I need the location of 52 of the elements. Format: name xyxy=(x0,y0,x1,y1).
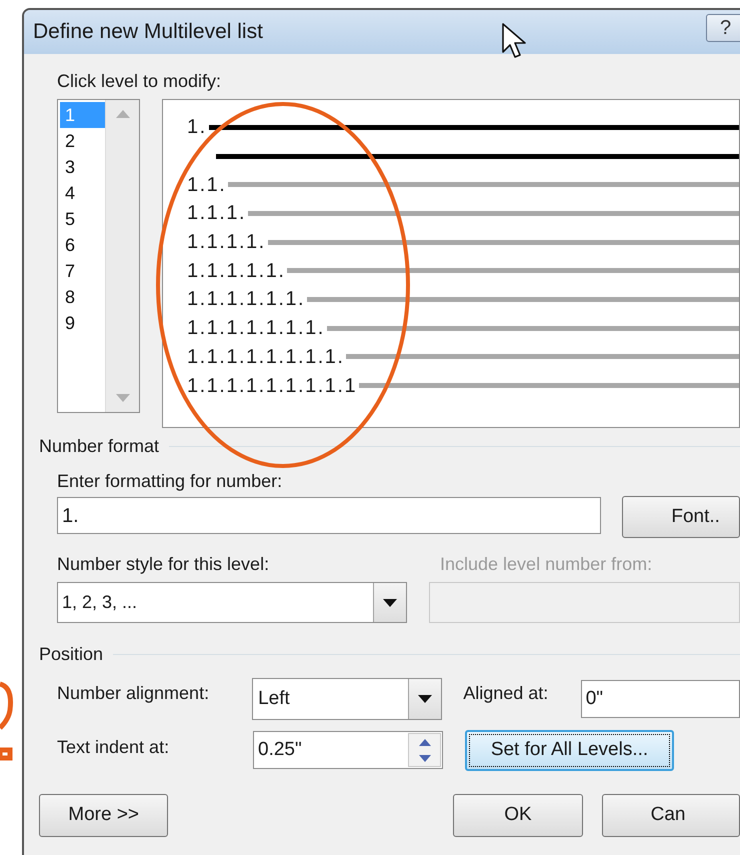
list-number: 1.1.1.1.1. xyxy=(187,258,286,284)
dropdown-value: 1, 2, 3, ... xyxy=(62,591,138,614)
level-item[interactable]: 6 xyxy=(60,232,105,258)
cancel-button[interactable]: Can xyxy=(602,794,740,837)
list-number: 1.1.1. xyxy=(187,201,246,226)
down-arrow-icon[interactable] xyxy=(418,754,430,762)
dropdown-button[interactable] xyxy=(373,583,406,622)
caret-icon xyxy=(383,598,398,606)
spinner-control[interactable] xyxy=(408,733,441,767)
field-value: 1. xyxy=(62,504,79,528)
field-label: Text indent at: xyxy=(57,736,170,759)
list-number: 1.1.1.1.1.1.1.1. xyxy=(187,344,344,370)
field-label: Enter formatting for number: xyxy=(57,470,284,492)
more-button[interactable]: More >> xyxy=(39,794,168,837)
list-number: 1.1.1.1. xyxy=(187,230,266,256)
aligned-at-field[interactable]: 0" xyxy=(580,680,740,718)
list-number: 1.1.1.1.1.1.1. xyxy=(187,316,325,342)
text-indent-field[interactable]: 0.25" xyxy=(253,731,443,769)
window-title: Define new Multilevel list xyxy=(33,19,263,46)
level-item[interactable]: 2 xyxy=(60,128,105,154)
ok-button[interactable]: OK xyxy=(453,794,583,837)
field-label: Aligned at: xyxy=(463,682,550,705)
caret-icon xyxy=(418,695,432,703)
number-style-dropdown[interactable]: 1, 2, 3, ... xyxy=(57,582,408,623)
dropdown-value: Left xyxy=(258,686,290,711)
level-item[interactable]: 3 xyxy=(60,154,105,180)
section-heading: Position xyxy=(39,642,104,666)
field-label: Include level number from: xyxy=(440,553,652,575)
level-item[interactable]: 5 xyxy=(60,206,105,232)
up-arrow-icon[interactable] xyxy=(418,738,430,746)
list-number: 1. xyxy=(187,115,207,140)
list-number: 1.1. xyxy=(187,172,226,198)
field-label: Number style for this level: xyxy=(57,553,270,575)
dropdown-button[interactable] xyxy=(408,679,442,719)
level-item[interactable]: 7 xyxy=(60,258,105,284)
help-button[interactable]: ? xyxy=(706,14,740,42)
field-value: 0" xyxy=(586,686,604,711)
list-number: 1.1.1.1.1.1. xyxy=(187,287,306,312)
level-item[interactable]: 8 xyxy=(60,284,105,310)
format-field[interactable]: 1. xyxy=(57,497,602,534)
level-item[interactable]: 4 xyxy=(60,180,105,206)
level-list[interactable]: 1 2 3 4 5 6 7 8 9 xyxy=(57,99,140,413)
font-button[interactable]: Font.. xyxy=(622,496,740,538)
list-number: 1.1.1.1.1.1.1.1.1 xyxy=(187,374,358,399)
set-for-all-levels-button[interactable]: Set for All Levels... xyxy=(465,730,674,771)
field-label: Click level to modify: xyxy=(57,70,222,92)
mouse-pointer-icon xyxy=(501,22,527,60)
field-label: Number alignment: xyxy=(57,682,210,705)
number-alignment-dropdown[interactable]: Left xyxy=(252,678,442,720)
section-heading: Number format xyxy=(39,434,160,458)
level-item[interactable]: 9 xyxy=(60,310,105,336)
field-value: 0.25" xyxy=(258,738,302,762)
